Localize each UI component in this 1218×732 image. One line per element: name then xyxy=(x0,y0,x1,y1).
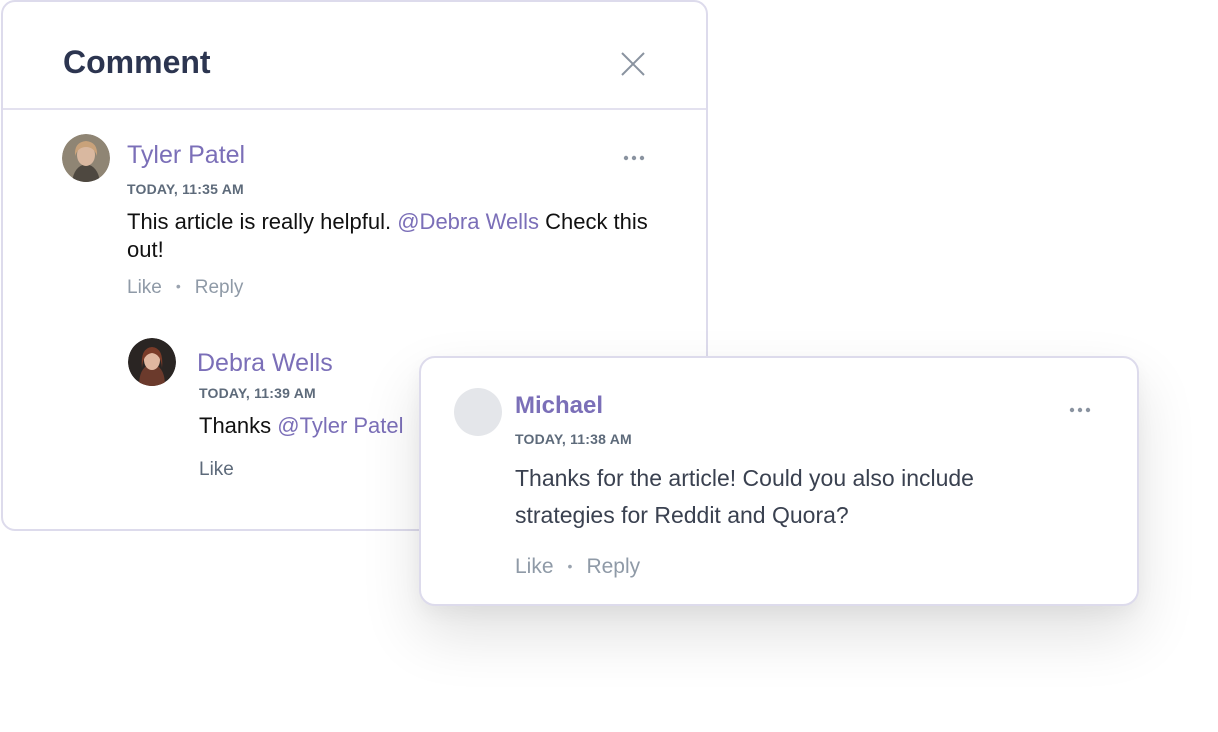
avatar[interactable] xyxy=(128,338,176,386)
comment-body: This article is really helpful. @Debra W… xyxy=(127,208,667,264)
reply-button[interactable]: Reply xyxy=(195,277,244,298)
panel-header: Comment xyxy=(3,2,706,110)
reply-button[interactable]: Reply xyxy=(586,555,640,578)
floating-comment-card: Michael TODAY, 11:38 AM Thanks for the a… xyxy=(419,356,1139,606)
comment-author[interactable]: Tyler Patel xyxy=(127,140,245,170)
comment-actions: Like • Reply xyxy=(127,274,243,300)
separator-dot: • xyxy=(175,278,181,294)
avatar[interactable] xyxy=(62,134,110,182)
reply-author[interactable]: Debra Wells xyxy=(197,348,333,378)
like-button[interactable]: Like xyxy=(199,459,234,480)
mention-link[interactable]: @Tyler Patel xyxy=(277,413,403,438)
floating-comment-author[interactable]: Michael xyxy=(515,391,603,421)
avatar[interactable] xyxy=(454,388,502,436)
like-button[interactable]: Like xyxy=(515,555,554,578)
reply-text-start: Thanks xyxy=(199,413,278,438)
close-button[interactable] xyxy=(616,47,650,81)
floating-comment-actions: Like • Reply xyxy=(515,554,640,579)
close-icon xyxy=(621,52,645,76)
floating-comment-timestamp: TODAY, 11:38 AM xyxy=(515,431,632,447)
floating-comment-more-button[interactable] xyxy=(1067,402,1095,418)
comment-more-button[interactable] xyxy=(621,150,649,166)
comment-timestamp: TODAY, 11:35 AM xyxy=(127,181,244,197)
mention-link[interactable]: @Debra Wells xyxy=(397,209,539,234)
separator-dot: • xyxy=(567,558,573,574)
like-button[interactable]: Like xyxy=(127,277,162,298)
reply-timestamp: TODAY, 11:39 AM xyxy=(199,385,316,401)
floating-comment-body: Thanks for the article! Could you also i… xyxy=(515,465,974,528)
comment-text-start: This article is really helpful. xyxy=(127,209,398,234)
panel-title: Comment xyxy=(63,44,211,80)
more-horizontal-icon xyxy=(623,155,645,161)
more-horizontal-icon xyxy=(1069,407,1091,413)
reply-actions: Like xyxy=(199,458,234,482)
